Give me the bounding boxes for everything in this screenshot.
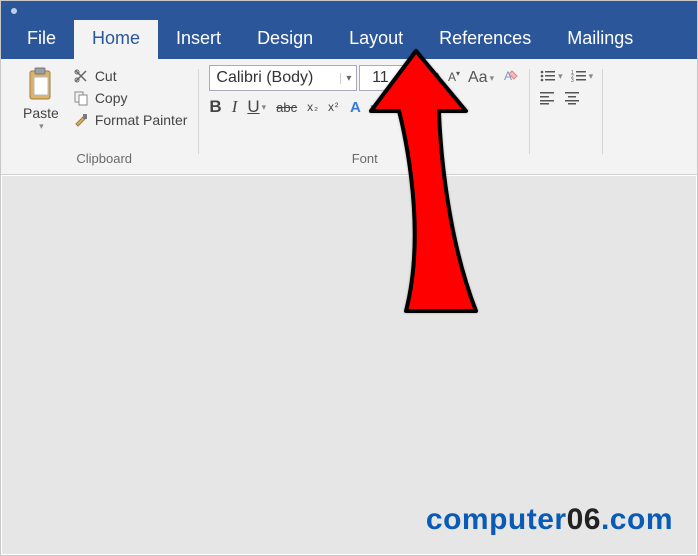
- group-paragraph: ▾ 123▾: [530, 65, 603, 174]
- change-case-button[interactable]: Aa▾: [468, 69, 494, 87]
- scissors-icon: [73, 68, 89, 84]
- ribbon-tabs: File Home Insert Design Layout Reference…: [1, 21, 697, 59]
- word-window: File Home Insert Design Layout Reference…: [0, 0, 698, 556]
- group-clipboard: Paste ▾ Cut Copy: [9, 65, 199, 174]
- font-name-value: Calibri (Body): [210, 69, 340, 87]
- font-group-label: Font: [352, 149, 378, 170]
- copy-button[interactable]: Copy: [71, 89, 190, 107]
- tab-mailings[interactable]: Mailings: [549, 20, 651, 59]
- tab-insert[interactable]: Insert: [158, 20, 239, 59]
- font-size-combo[interactable]: 11 ▾: [359, 65, 417, 91]
- clear-formatting-button[interactable]: A: [502, 67, 520, 90]
- clipboard-group-label: Clipboard: [76, 149, 132, 170]
- highlight-swatch: [400, 106, 414, 109]
- svg-text:3: 3: [571, 78, 574, 83]
- grow-font-button[interactable]: A▴: [423, 69, 442, 87]
- tab-design[interactable]: Design: [239, 20, 331, 59]
- document-area[interactable]: [2, 176, 696, 554]
- bold-button[interactable]: B: [209, 97, 221, 117]
- title-bar: [1, 1, 697, 21]
- copy-label: Copy: [95, 90, 128, 106]
- shrink-font-button[interactable]: A▾: [446, 69, 462, 87]
- cut-button[interactable]: Cut: [71, 67, 190, 85]
- align-center-button[interactable]: [564, 91, 580, 105]
- svg-text:A: A: [350, 99, 361, 116]
- copy-icon: [73, 90, 89, 106]
- subscript-button[interactable]: x: [307, 100, 318, 114]
- font-color-swatch: [443, 106, 457, 109]
- paste-dropdown-icon[interactable]: ▾: [39, 121, 44, 132]
- ribbon: Paste ▾ Cut Copy: [1, 59, 697, 175]
- font-name-combo[interactable]: Calibri (Body) ▾: [209, 65, 357, 91]
- format-painter-label: Format Painter: [95, 112, 188, 128]
- tab-references[interactable]: References: [421, 20, 549, 59]
- format-painter-button[interactable]: Format Painter: [71, 111, 190, 129]
- strikethrough-button[interactable]: abc: [276, 100, 297, 115]
- paste-label: Paste: [23, 105, 59, 121]
- tab-home[interactable]: Home: [74, 20, 158, 59]
- numbering-button[interactable]: 123▾: [571, 69, 594, 83]
- align-left-button[interactable]: [540, 91, 556, 105]
- font-name-dropdown-icon[interactable]: ▾: [340, 73, 356, 84]
- font-size-value: 11: [360, 69, 400, 87]
- italic-button[interactable]: I: [232, 97, 238, 117]
- font-color-button[interactable]: A ▾: [431, 99, 463, 116]
- tab-layout[interactable]: Layout: [331, 20, 421, 59]
- underline-button[interactable]: U▾: [247, 97, 266, 117]
- bullets-button[interactable]: ▾: [540, 69, 563, 83]
- watermark: computer06.com: [426, 503, 673, 537]
- paste-icon: [26, 67, 56, 103]
- highlight-button[interactable]: ab ▾: [385, 100, 421, 115]
- font-size-dropdown-icon[interactable]: ▾: [400, 73, 416, 84]
- paste-button[interactable]: Paste ▾: [19, 65, 63, 134]
- text-effects-button[interactable]: A▾: [348, 97, 375, 117]
- group-font: Calibri (Body) ▾ 11 ▾ A▴ A▾ Aa▾: [199, 65, 530, 174]
- cut-label: Cut: [95, 68, 117, 84]
- brush-icon: [73, 112, 89, 128]
- superscript-button[interactable]: x: [328, 100, 338, 114]
- tab-file[interactable]: File: [9, 20, 74, 59]
